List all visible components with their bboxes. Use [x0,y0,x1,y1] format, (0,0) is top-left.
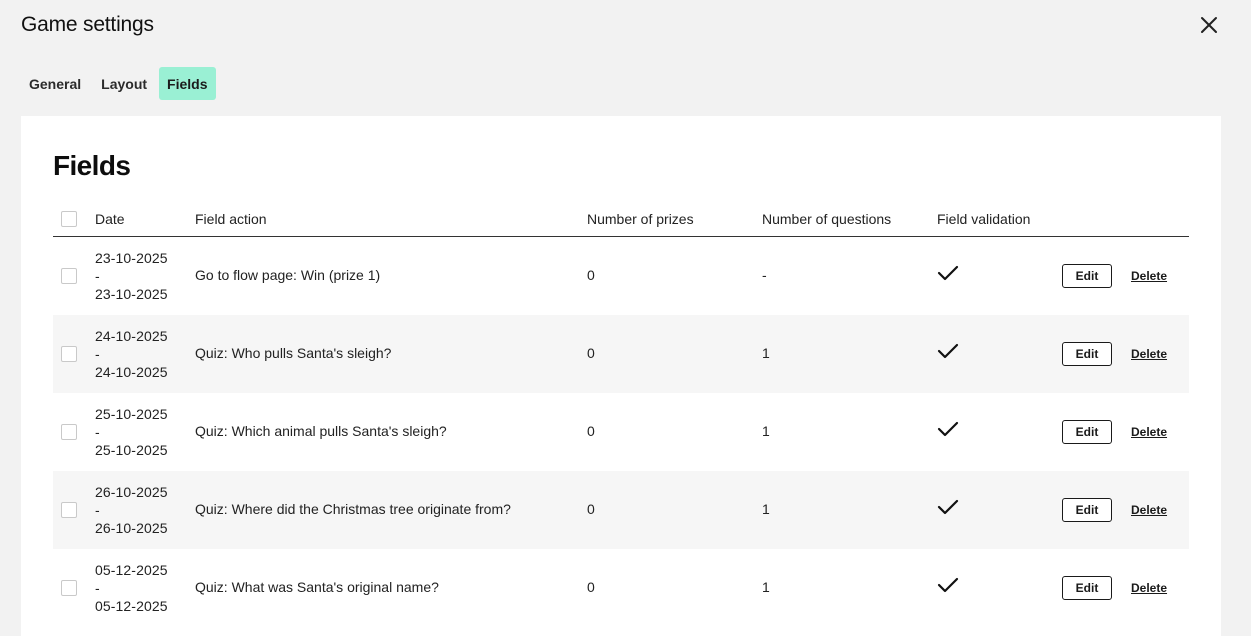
prizes-cell: 0 [587,423,595,439]
date-end: 25-10-2025 [95,442,168,458]
edit-button[interactable]: Edit [1062,576,1112,600]
row-checkbox[interactable] [61,268,77,284]
fields-table: Date Field action Number of prizes Numbe… [53,202,1189,627]
date-start: 25-10-2025 [95,406,168,422]
date-cell: 05-12-2025 - 05-12-2025 [95,561,168,615]
date-cell: 23-10-2025 - 23-10-2025 [95,249,168,303]
row-checkbox[interactable] [61,424,77,440]
date-start: 23-10-2025 [95,250,168,266]
date-start: 26-10-2025 [95,484,168,500]
date-start: 05-12-2025 [95,562,168,578]
tab-fields[interactable]: Fields [159,67,216,100]
checkmark-icon [937,421,959,437]
table-row: 26-10-2025 - 26-10-2025 Quiz: Where did … [53,471,1189,549]
prizes-cell: 0 [587,501,595,517]
checkmark-icon [937,343,959,359]
delete-link[interactable]: Delete [1131,581,1167,595]
prizes-cell: 0 [587,345,595,361]
table-row: 24-10-2025 - 24-10-2025 Quiz: Who pulls … [53,315,1189,393]
prizes-cell: 0 [587,267,595,283]
date-separator: - [95,346,100,362]
header-date: Date [95,211,125,227]
edit-button[interactable]: Edit [1062,264,1112,288]
field-action-cell: Quiz: Where did the Christmas tree origi… [195,501,511,517]
date-cell: 26-10-2025 - 26-10-2025 [95,483,168,537]
row-checkbox[interactable] [61,502,77,518]
edit-button[interactable]: Edit [1062,420,1112,444]
row-checkbox[interactable] [61,346,77,362]
close-button[interactable] [1196,12,1222,38]
date-end: 24-10-2025 [95,364,168,380]
delete-link[interactable]: Delete [1131,503,1167,517]
table-header: Date Field action Number of prizes Numbe… [53,202,1189,237]
field-action-cell: Quiz: What was Santa's original name? [195,579,439,595]
row-checkbox[interactable] [61,580,77,596]
date-cell: 24-10-2025 - 24-10-2025 [95,327,168,381]
select-all-checkbox[interactable] [61,211,77,227]
date-cell: 25-10-2025 - 25-10-2025 [95,405,168,459]
header-number-of-prizes: Number of prizes [587,211,694,227]
prizes-cell: 0 [587,579,595,595]
modal-title: Game settings [21,13,154,36]
date-separator: - [95,268,100,284]
checkmark-icon [937,577,959,593]
settings-tabs: General Layout Fields [21,67,216,100]
date-end: 26-10-2025 [95,520,168,536]
delete-link[interactable]: Delete [1131,347,1167,361]
questions-cell: - [762,267,767,283]
date-separator: - [95,424,100,440]
table-row: 25-10-2025 - 25-10-2025 Quiz: Which anim… [53,393,1189,471]
edit-button[interactable]: Edit [1062,498,1112,522]
questions-cell: 1 [762,501,770,517]
field-action-cell: Quiz: Which animal pulls Santa's sleigh? [195,423,447,439]
checkmark-icon [937,499,959,515]
questions-cell: 1 [762,423,770,439]
panel-title: Fields [53,150,131,181]
date-separator: - [95,502,100,518]
delete-link[interactable]: Delete [1131,269,1167,283]
tab-layout[interactable]: Layout [93,67,155,100]
date-end: 23-10-2025 [95,286,168,302]
checkmark-icon [937,265,959,281]
tab-general[interactable]: General [21,67,89,100]
table-row: 23-10-2025 - 23-10-2025 Go to flow page:… [53,237,1189,315]
fields-panel: Fields Date Field action Number of prize… [21,116,1221,636]
header-number-of-questions: Number of questions [762,211,892,227]
edit-button[interactable]: Edit [1062,342,1112,366]
table-row: 05-12-2025 - 05-12-2025 Quiz: What was S… [53,549,1189,627]
field-action-cell: Quiz: Who pulls Santa's sleigh? [195,345,392,361]
questions-cell: 1 [762,579,770,595]
questions-cell: 1 [762,345,770,361]
field-action-cell: Go to flow page: Win (prize 1) [195,267,381,283]
header-field-action: Field action [195,211,267,227]
header-field-validation: Field validation [937,211,1031,227]
close-icon [1201,17,1217,33]
date-end: 05-12-2025 [95,598,168,614]
delete-link[interactable]: Delete [1131,425,1167,439]
date-start: 24-10-2025 [95,328,168,344]
date-separator: - [95,580,100,596]
